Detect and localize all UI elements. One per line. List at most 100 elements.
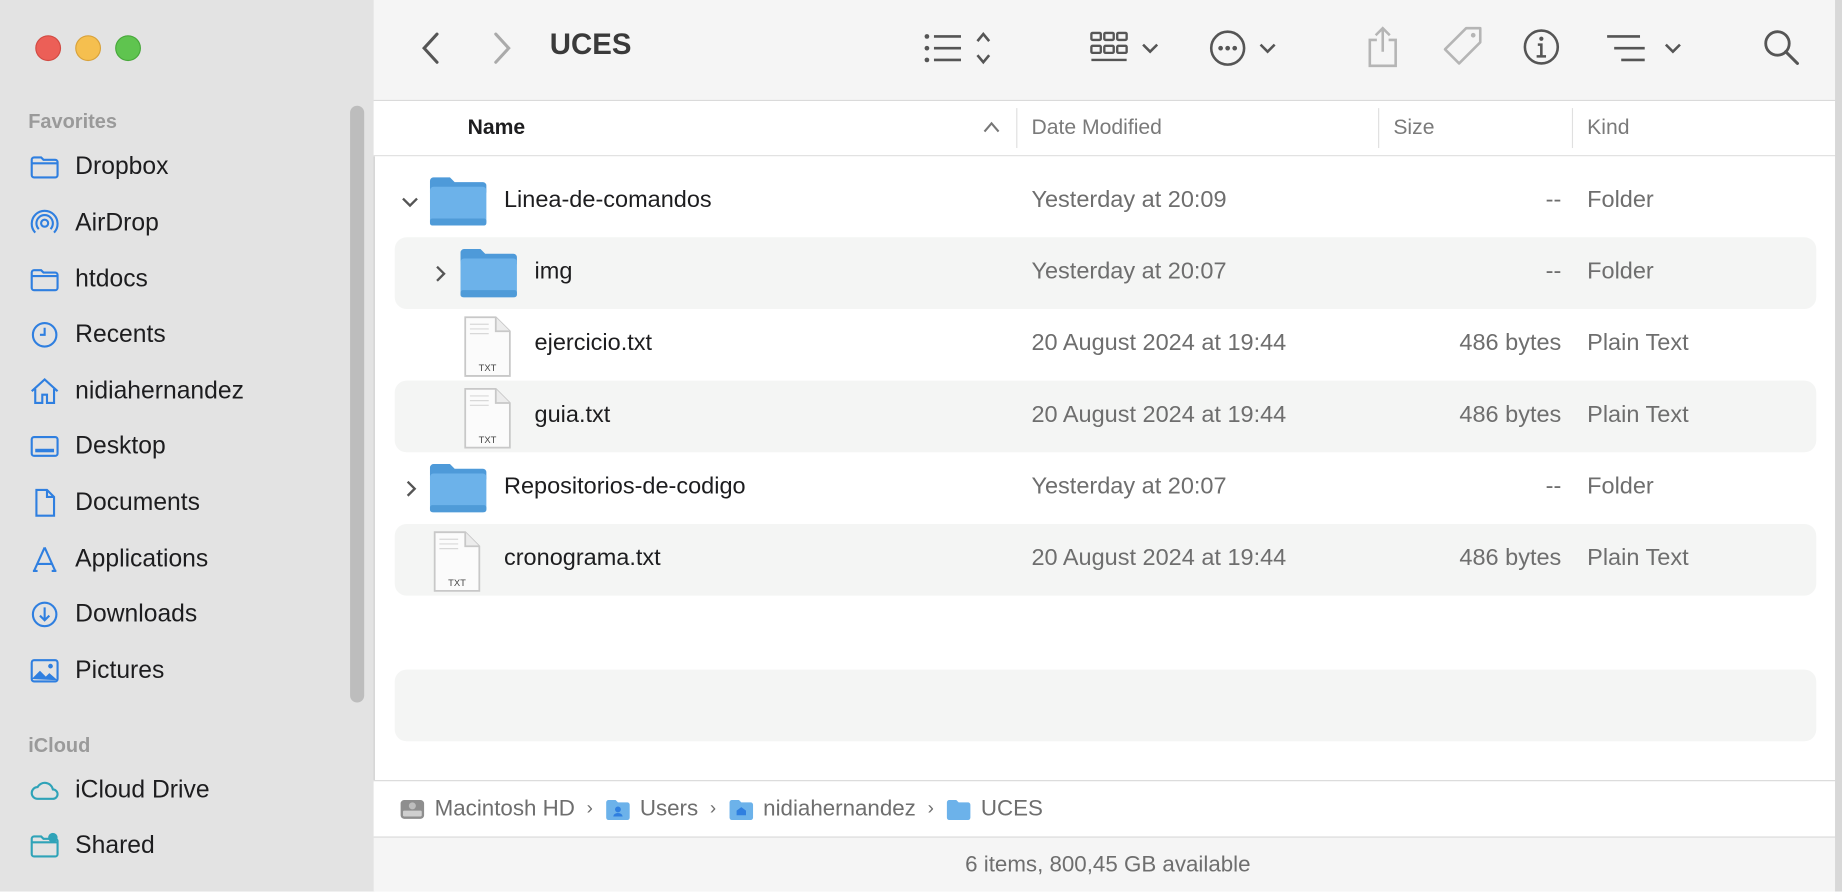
sidebar-item-airdrop[interactable]: AirDrop [28,200,345,247]
sidebar-item-home[interactable]: nidiahernandez [28,368,345,415]
sort-options-button[interactable] [1605,28,1685,68]
sidebar-item-label: Dropbox [75,152,169,180]
sidebar-item-label: Documents [75,488,200,516]
file-size: -- [1545,186,1562,213]
sidebar-item-dropbox[interactable]: Dropbox [28,143,345,190]
file-size: -- [1545,473,1562,500]
file-type-label: TXT [448,577,466,588]
users-folder-icon [605,800,630,821]
group-button[interactable] [1088,28,1163,68]
close-window-button[interactable] [35,35,62,62]
status-bar: 6 items, 800,45 GB available [373,836,1842,892]
window-title: UCES [549,28,632,62]
hard-drive-icon [400,800,425,819]
path-segment-home[interactable]: nidiahernandez [728,797,916,823]
table-row[interactable]: Repositorios-de-codigo Yesterday at 20:0… [395,452,1817,524]
share-button[interactable] [1363,23,1403,70]
forward-button[interactable] [482,26,522,71]
path-segment-macintosh-hd[interactable]: Macintosh HD [399,797,575,823]
column-header-name[interactable]: Name [468,115,526,140]
table-row[interactable]: Linea-de-comandos Yesterday at 20:09 -- … [395,166,1817,238]
table-row[interactable]: TXT guia.txt 20 August 2024 at 19:44 486… [394,380,1817,453]
text-file-icon: TXT [464,316,511,377]
minimize-window-button[interactable] [75,35,102,62]
back-button[interactable] [411,26,451,71]
chevron-left-icon [422,32,439,64]
sidebar-item-documents[interactable]: Documents [28,479,345,526]
sidebar-item-label: Shared [75,831,155,859]
window-edge [1835,0,1842,892]
folder-icon [946,800,971,821]
table-row[interactable]: img Yesterday at 20:07 -- Folder [394,237,1817,309]
folder-icon [460,249,517,298]
path-chevron-icon: › [927,798,934,819]
file-date: 20 August 2024 at 19:44 [1031,330,1287,356]
sidebar-item-recents[interactable]: Recents [28,311,345,358]
download-icon [31,601,58,628]
cloud-icon [30,781,59,800]
toolbar: UCES [373,0,1842,102]
disclosure-expanded-icon[interactable] [397,189,423,215]
empty-row-stripe [394,669,1817,742]
column-header-date[interactable]: Date Modified [1031,115,1161,140]
file-list: Linea-de-comandos Yesterday at 20:09 -- … [394,166,1817,596]
favorites-heading: Favorites [28,110,118,133]
sidebar-item-label: iCloud Drive [75,776,210,804]
folder-icon [30,269,59,292]
sidebar-item-icloud-drive[interactable]: iCloud Drive [28,767,345,814]
path-segment-label: nidiahernandez [763,796,916,822]
finder-window: Favorites Dropbox AirDrop htdocs Recents… [0,0,1842,892]
sidebar-item-desktop[interactable]: Desktop [28,423,345,470]
file-size: 486 bytes [1459,401,1562,428]
file-type-label: TXT [479,434,497,445]
file-kind: Folder [1587,258,1654,285]
file-kind: Plain Text [1587,401,1689,428]
view-mode-list-button[interactable] [921,28,996,68]
path-chevron-icon: › [586,798,593,819]
column-header-row: Name Date Modified Size Kind [373,101,1842,157]
action-menu-button[interactable] [1208,26,1281,71]
search-icon [1764,30,1799,65]
disclosure-collapsed-icon[interactable] [398,476,424,502]
path-segment-uces[interactable]: UCES [946,797,1043,823]
table-row[interactable]: TXT ejercicio.txt 20 August 2024 at 19:4… [395,309,1817,381]
file-date: 20 August 2024 at 19:44 [1031,401,1287,428]
sidebar-item-label: AirDrop [75,209,159,237]
desktop-icon [30,435,59,457]
home-folder-icon [729,800,753,821]
sidebar-item-label: Downloads [75,600,198,628]
chevron-right-icon [494,32,511,64]
column-divider[interactable] [1571,108,1574,149]
sidebar-item-downloads[interactable]: Downloads [28,591,345,638]
file-name: guia.txt [534,401,611,428]
sidebar-item-htdocs[interactable]: htdocs [28,256,345,303]
search-button[interactable] [1760,26,1802,68]
sidebar-item-shared[interactable]: Shared [28,822,345,869]
applications-icon [32,547,57,573]
path-segment-label: Users [639,796,699,822]
table-row[interactable]: TXT cronograma.txt 20 August 2024 at 19:… [394,523,1817,596]
tag-icon [1443,26,1482,65]
column-divider[interactable] [1016,108,1018,149]
zoom-window-button[interactable] [115,35,141,62]
sidebar-item-label: Pictures [75,656,165,684]
ellipsis-circle-icon [1209,30,1276,66]
tags-button[interactable] [1440,23,1487,70]
file-size: 486 bytes [1459,545,1562,571]
file-date: Yesterday at 20:07 [1031,473,1227,500]
folder-icon [30,156,59,179]
disclosure-collapsed-icon[interactable] [428,261,454,287]
sidebar-item-pictures[interactable]: Pictures [28,647,345,694]
get-info-button[interactable] [1520,26,1562,68]
column-header-size[interactable]: Size [1393,115,1434,140]
path-segment-users[interactable]: Users [605,796,699,823]
sidebar-item-applications[interactable]: Applications [28,536,345,583]
column-header-kind[interactable]: Kind [1587,115,1629,140]
sidebar-scrollbar[interactable] [350,105,365,703]
column-divider[interactable] [1378,108,1380,149]
sidebar-item-label: Applications [75,545,209,573]
clock-icon [31,322,58,348]
share-icon [1368,26,1397,68]
file-date: 20 August 2024 at 19:44 [1031,545,1287,571]
info-icon [1523,29,1560,65]
